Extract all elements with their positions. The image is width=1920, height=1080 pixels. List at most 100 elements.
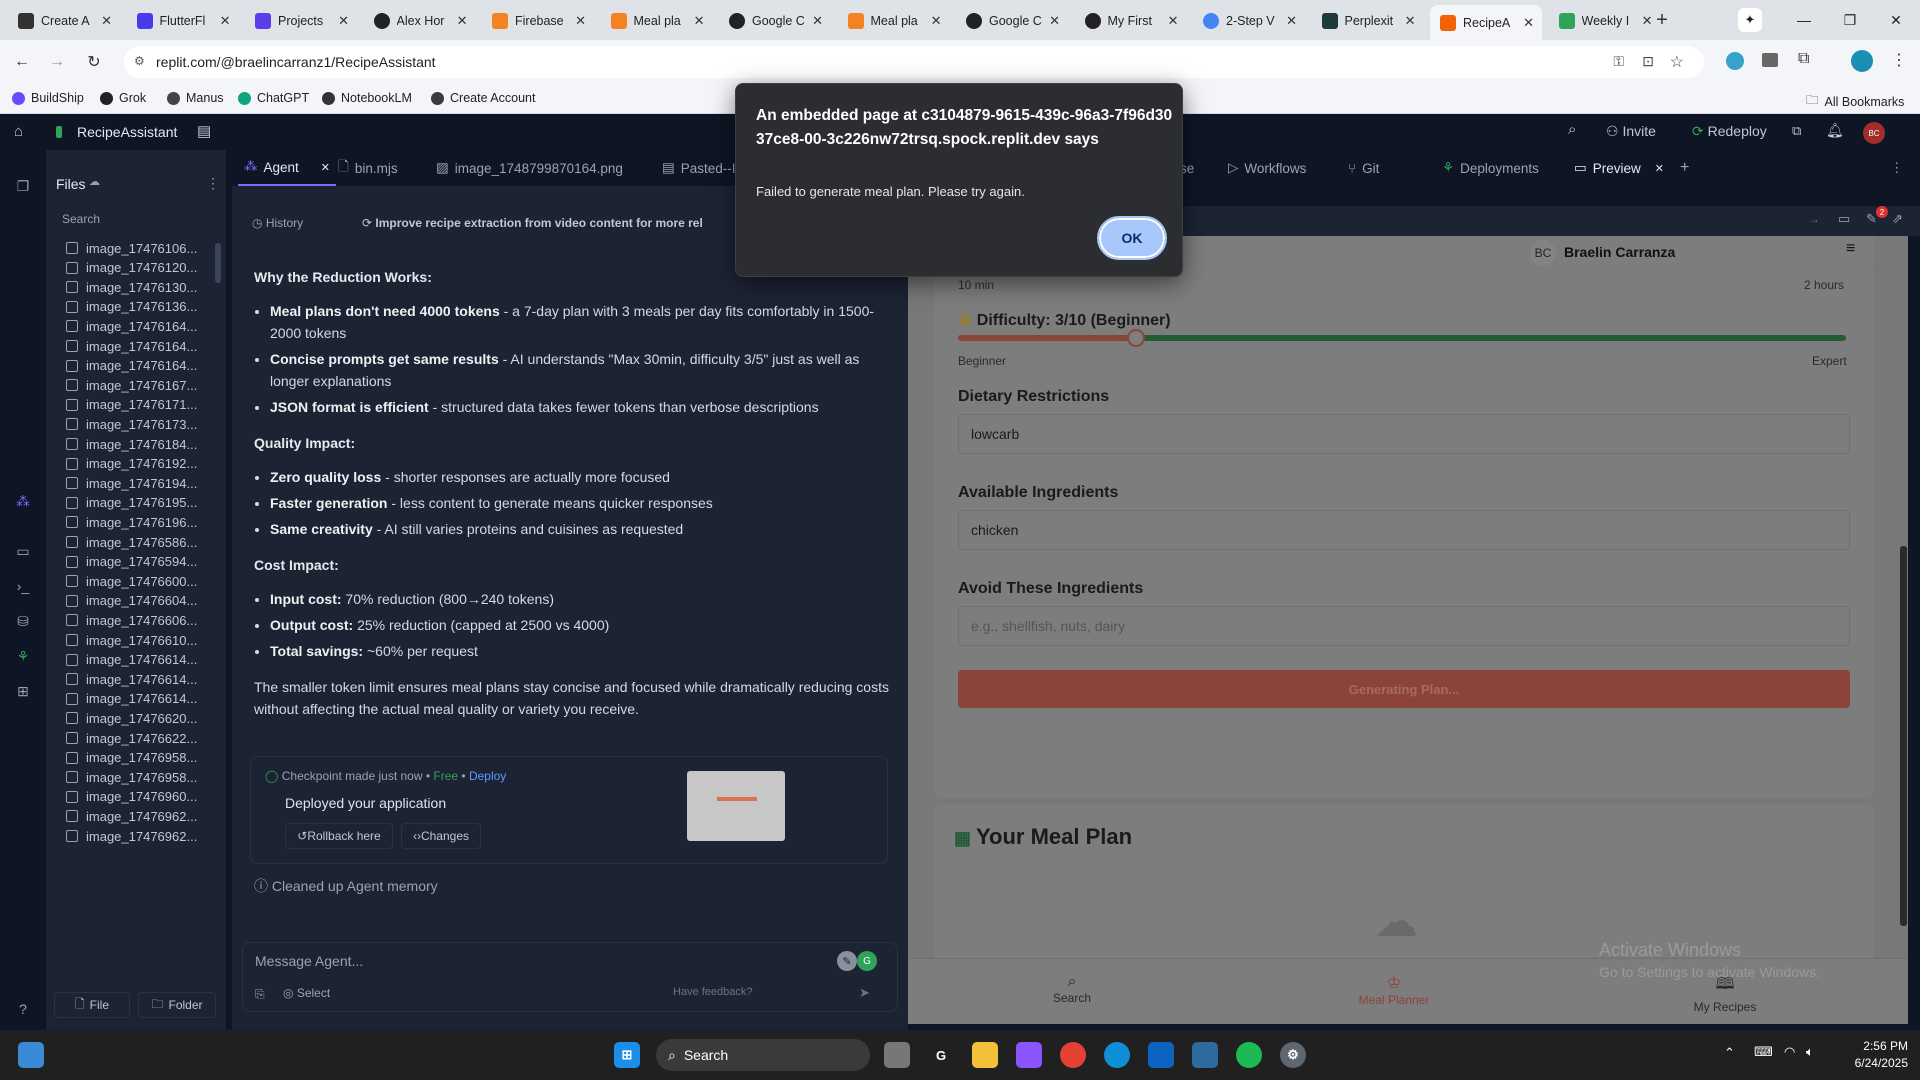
browser-tab[interactable]: Alex Hor ✕	[364, 7, 476, 34]
scrollbar[interactable]	[215, 243, 221, 283]
bookmark-star-icon[interactable]: ☆	[1670, 52, 1684, 72]
history-button[interactable]: ◷ History	[252, 216, 303, 230]
preview-thumbnail[interactable]	[687, 771, 785, 841]
minimize-icon[interactable]: —	[1784, 6, 1824, 34]
file-item[interactable]: image_17476195...	[66, 493, 197, 513]
layout-icon[interactable]: ▤	[197, 122, 211, 140]
file-item[interactable]: image_17476164...	[66, 336, 197, 356]
database-icon[interactable]: ⛁	[12, 610, 34, 632]
browser-tab[interactable]: Google C ✕	[719, 7, 831, 34]
hamburger-menu-icon[interactable]: ≡	[1846, 240, 1855, 258]
bookmark-buildship[interactable]: BuildShip	[12, 91, 84, 105]
password-key-icon[interactable]: ⚿	[1613, 53, 1624, 70]
select-button[interactable]: ◎ Select	[283, 986, 330, 1000]
profile-avatar-icon[interactable]	[1851, 50, 1873, 72]
extension-icon[interactable]	[1726, 52, 1744, 70]
file-item[interactable]: image_17476120...	[66, 258, 197, 278]
pane-menu-icon[interactable]: ⋮	[1890, 150, 1904, 186]
add-tab-button[interactable]: +	[1680, 150, 1689, 186]
site-info-icon[interactable]: ⚙	[134, 54, 145, 68]
send-icon[interactable]: ➤	[859, 985, 870, 1001]
close-tab-icon[interactable]: ✕	[1168, 13, 1179, 29]
file-item[interactable]: image_17476600...	[66, 571, 197, 591]
extension-icon[interactable]	[1762, 53, 1778, 67]
close-tab-icon[interactable]: ✕	[457, 13, 468, 29]
file-item[interactable]: image_17476194...	[66, 473, 197, 493]
deploy-icon[interactable]: ⚘	[12, 645, 34, 667]
apps-grid-icon[interactable]: ⊞	[12, 680, 34, 702]
agent-icon[interactable]: ⁂	[12, 490, 34, 512]
browser-tab[interactable]: My First ✕	[1075, 7, 1187, 34]
redeploy-button[interactable]: ⟳ Redeploy	[1692, 123, 1767, 140]
file-item[interactable]: image_17476622...	[66, 728, 197, 748]
chat-icon[interactable]: ▭	[12, 540, 34, 562]
bookmark-chatgpt[interactable]: ChatGPT	[238, 91, 309, 105]
copilot-icon[interactable]	[1016, 1042, 1042, 1068]
tab-pasted[interactable]: ▤ Pasted--I	[662, 150, 736, 186]
clock-date[interactable]: 6/24/2025	[1840, 1056, 1908, 1070]
file-item[interactable]: image_17476606...	[66, 610, 197, 630]
open-external-icon[interactable]: ⇗	[1892, 211, 1903, 227]
settings-icon[interactable]: ⚙	[1280, 1042, 1306, 1068]
close-tab-icon[interactable]: ✕	[1049, 13, 1060, 29]
nav-search[interactable]: ⌕ Search	[1032, 973, 1112, 1005]
browser-tab[interactable]: FlutterFl ✕	[127, 7, 239, 34]
terminal-icon[interactable]: ›_	[12, 575, 34, 597]
spotify-icon[interactable]	[1236, 1042, 1262, 1068]
url-field[interactable]: ⚙ replit.com/@braelincarranz1/RecipeAssi…	[124, 46, 1704, 78]
slider-thumb[interactable]	[1126, 329, 1145, 347]
avoid-input[interactable]: e.g., shellfish, nuts, dairy	[958, 606, 1850, 646]
tab-git[interactable]: ⑂ Git	[1348, 150, 1379, 186]
close-tab-icon[interactable]: ✕	[1286, 13, 1297, 29]
file-item[interactable]: image_17476164...	[66, 316, 197, 336]
dialog-ok-button[interactable]: OK	[1097, 216, 1167, 260]
grammarly-icon[interactable]: G	[857, 951, 877, 971]
chrome-icon[interactable]	[1060, 1042, 1086, 1068]
file-item[interactable]: image_17476620...	[66, 708, 197, 728]
tab-preview[interactable]: ▭ Preview ✕	[1574, 150, 1664, 186]
file-item[interactable]: image_17476130...	[66, 277, 197, 297]
message-input[interactable]: Message Agent... ⎘ ◎ Select Have feedbac…	[242, 942, 898, 1012]
file-item[interactable]: image_17476594...	[66, 552, 197, 572]
nav-meal-planner[interactable]: ♔ Meal Planner	[1344, 973, 1444, 1007]
tray-chevron-icon[interactable]: ⌃	[1724, 1045, 1735, 1061]
tab-deployments[interactable]: ⚘ Deployments	[1442, 150, 1539, 186]
bookmark-grok[interactable]: Grok	[100, 91, 146, 105]
windows-start-icon[interactable]: ⊞	[614, 1042, 640, 1068]
file-item[interactable]: image_17476171...	[66, 395, 197, 415]
files-icon[interactable]: ❐	[12, 175, 34, 197]
browser-tab[interactable]: 2-Step V ✕	[1193, 7, 1305, 34]
new-folder-button[interactable]: 🗀 Folder	[138, 992, 216, 1018]
volume-icon[interactable]: 🔈︎	[1806, 1044, 1814, 1060]
bookmark-create-account[interactable]: Create Account	[431, 91, 535, 105]
help-icon[interactable]: ?	[12, 998, 34, 1020]
tab-image[interactable]: ▨ image_1748799870164.png	[436, 150, 623, 186]
browser-tab[interactable]: Projects ✕	[245, 7, 357, 34]
close-tab-icon[interactable]: ✕	[812, 13, 823, 29]
browser-tab[interactable]: Weekly I ✕	[1549, 7, 1661, 34]
file-item[interactable]: image_17476184...	[66, 434, 197, 454]
task-view-icon[interactable]	[18, 1042, 44, 1068]
forward-arrow-icon[interactable]: →	[45, 50, 69, 74]
dietary-input[interactable]: lowcarb	[958, 414, 1850, 454]
all-bookmarks[interactable]: 🗀 All Bookmarks	[1806, 91, 1904, 112]
files-search-input[interactable]: Search	[52, 212, 220, 232]
file-item[interactable]: image_17476106...	[66, 238, 197, 258]
new-file-button[interactable]: 🗋 File	[54, 992, 130, 1018]
file-item[interactable]: image_17476962...	[66, 826, 197, 846]
user-avatar[interactable]: BC	[1863, 122, 1885, 144]
edge-icon[interactable]	[1104, 1042, 1130, 1068]
tab-workflows[interactable]: ▷ Workflows	[1228, 150, 1306, 186]
file-item[interactable]: image_17476586...	[66, 532, 197, 552]
chrome-menu-icon[interactable]: ⋮	[1891, 50, 1907, 70]
file-item[interactable]: image_17476614...	[66, 689, 197, 709]
clock-time[interactable]: 2:56 PM	[1852, 1039, 1908, 1053]
file-item[interactable]: image_17476173...	[66, 414, 197, 434]
pencil-icon[interactable]: ✎	[837, 951, 857, 971]
close-tab-icon[interactable]: ✕	[220, 13, 231, 29]
install-app-icon[interactable]: ⊡	[1642, 53, 1654, 70]
reload-icon[interactable]: ↻	[82, 50, 106, 74]
file-item[interactable]: image_17476136...	[66, 297, 197, 317]
browser-tab[interactable]: Meal pla ✕	[838, 7, 950, 34]
file-item[interactable]: image_17476958...	[66, 748, 197, 768]
